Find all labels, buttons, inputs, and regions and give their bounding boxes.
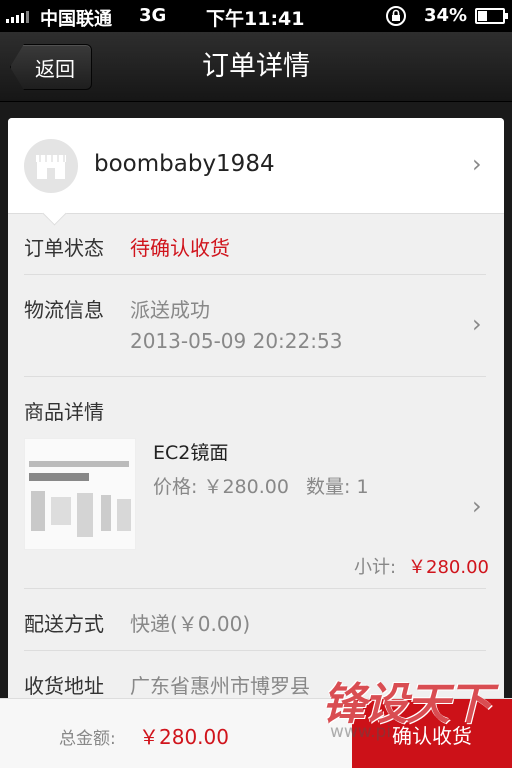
product-quantity: 数量: 1 — [306, 476, 369, 498]
battery-percent: 34% — [424, 5, 468, 26]
rotation-lock-icon — [386, 6, 406, 26]
order-status-label: 订单状态 — [24, 236, 104, 260]
address-value: 广东省惠州市博罗县 — [130, 674, 310, 698]
address-label: 收货地址 — [24, 674, 104, 698]
divider — [24, 376, 486, 377]
watermark-url: www.pi — [330, 722, 392, 742]
store-icon — [36, 155, 66, 179]
delivery-label: 配送方式 — [24, 612, 104, 636]
chevron-right-icon: › — [472, 492, 482, 520]
logistics-status: 派送成功 — [130, 298, 210, 322]
status-bar: 中国联通 3G 下午11:41 34% — [0, 0, 512, 32]
subtotal-value: ￥280.00 — [408, 557, 489, 578]
carrier-name: 中国联通 — [40, 9, 112, 30]
navigation-bar: 订单详情 返回 — [0, 32, 512, 102]
divider — [24, 650, 486, 651]
product-section-label: 商品详情 — [24, 400, 104, 424]
chevron-right-icon: › — [472, 150, 482, 178]
logistics-time: 2013-05-09 20:22:53 — [130, 329, 343, 353]
network-type: 3G — [139, 5, 167, 26]
total-label: 总金额: — [59, 729, 116, 749]
shop-name: boombaby1984 — [94, 151, 275, 177]
status-time: 下午11:41 — [206, 8, 305, 30]
divider — [24, 274, 486, 275]
order-status-value: 待确认收货 — [130, 236, 230, 260]
product-name: EC2镜面 — [153, 442, 229, 464]
shop-row[interactable]: boombaby1984 › — [8, 118, 504, 214]
battery-icon — [475, 8, 508, 24]
chevron-right-icon: › — [472, 310, 482, 338]
shop-avatar — [24, 139, 78, 193]
total-value: ￥280.00 — [139, 725, 229, 749]
delivery-value: 快递(￥0.00) — [130, 612, 251, 636]
signal-icon — [6, 11, 29, 23]
logistics-label: 物流信息 — [24, 298, 104, 322]
back-button[interactable]: 返回 — [10, 44, 92, 90]
product-price: 价格: ￥280.00 — [153, 476, 289, 498]
divider — [24, 588, 486, 589]
subtotal-label: 小计: — [354, 557, 397, 578]
product-thumbnail — [24, 438, 136, 550]
